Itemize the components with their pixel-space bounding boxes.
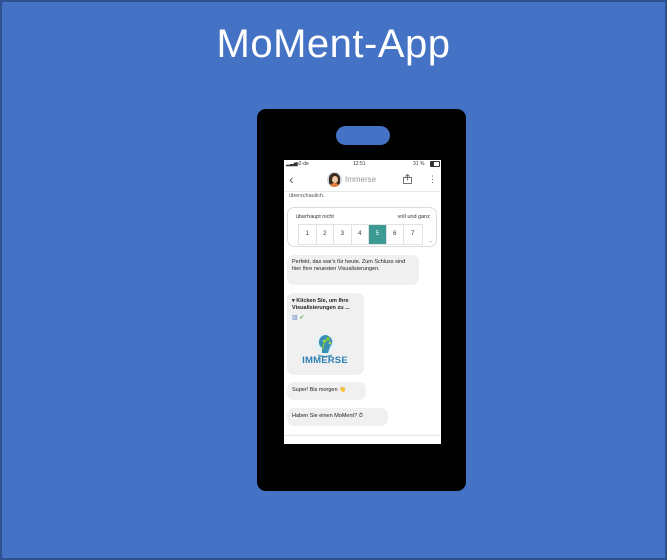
logo-text: IMMERSE [302,355,348,366]
scale-options: 1 2 3 4 5 6 7 [298,224,423,245]
chart-icon: ▥ [292,315,298,321]
previous-message-fragment: überschaulich. [289,193,325,199]
visualization-card-title[interactable]: ▾ Klicken Sie, um Ihre Visualisierungen … [292,298,359,312]
phone-frame: ▂▃▅ o2-de 12:51 31 % ‹ Immerse ⋮ übersch… [257,109,466,491]
scale-right-label: voll und ganz [397,214,430,220]
status-time: 12:51 [353,161,366,167]
visualization-icons: ▥ ✓ [292,315,359,322]
scale-option-3[interactable]: 3 [334,225,352,244]
battery-label: 31 % [413,161,425,167]
chat-name[interactable]: Immerse [345,175,376,184]
scale-option-2[interactable]: 2 [317,225,334,244]
immerse-logo: IMMERSE [298,333,352,371]
closing-message-bubble: Perfekt, das war's für heute. Zum Schlus… [287,255,419,285]
scale-option-4[interactable]: 4 [352,225,369,244]
goodbye-message-bubble: Super! Bis morgen 👋 [287,382,366,400]
phone-speaker [336,126,390,145]
resize-handle-icon: ⌟ [428,237,435,244]
scale-labels: überhaupt nicht voll und ganz [296,214,430,220]
chevron-left-icon[interactable]: ‹ [289,171,294,187]
scale-option-7[interactable]: 7 [404,225,422,244]
scale-option-6[interactable]: 6 [387,225,404,244]
phone-screen: ▂▃▅ o2-de 12:51 31 % ‹ Immerse ⋮ übersch… [284,160,441,444]
slide: MoMent-App ▂▃▅ o2-de 12:51 31 % ‹ Immers… [0,0,667,560]
scale-option-5-selected[interactable]: 5 [369,225,387,244]
visualization-card[interactable]: ▾ Klicken Sie, um Ihre Visualisierungen … [287,293,364,375]
share-icon[interactable] [403,174,412,184]
scale-left-label: überhaupt nicht [296,214,334,220]
likert-scale-card: überhaupt nicht voll und ganz 1 2 3 4 5 … [287,207,437,247]
status-bar: ▂▃▅ o2-de 12:51 31 % [284,160,441,169]
divider [284,435,441,436]
question-message-bubble: Haben Sie einen MoMent? ⏱ [287,408,388,426]
slide-title: MoMent-App [216,22,451,66]
check-icon: ✓ [299,315,305,321]
more-vertical-icon[interactable]: ⋮ [428,173,437,185]
chat-header: ‹ Immerse ⋮ [284,169,441,192]
carrier-label: o2-de [296,161,309,167]
scale-option-1[interactable]: 1 [299,225,317,244]
avatar[interactable] [327,172,342,187]
